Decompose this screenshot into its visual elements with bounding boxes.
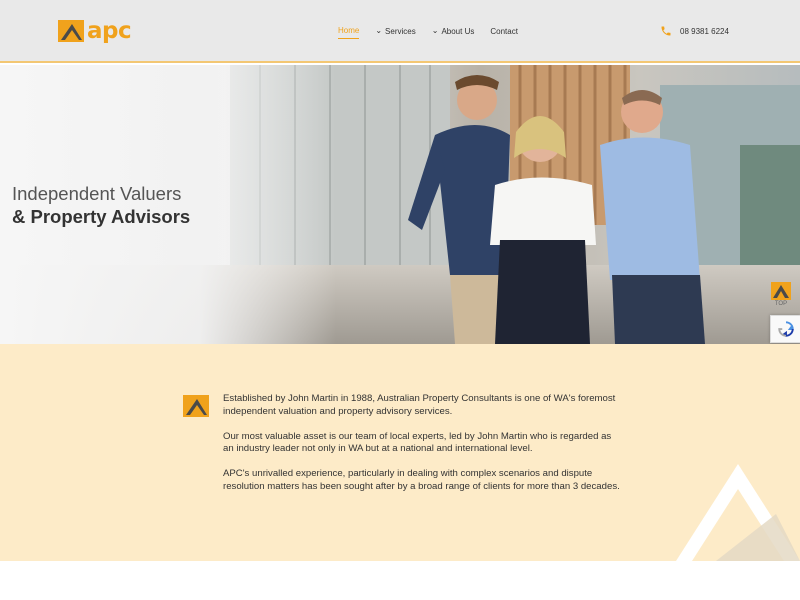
chevron-down-icon: ⌄ [431, 25, 439, 35]
team-photo [408, 75, 705, 344]
recaptcha-icon [777, 321, 794, 337]
about-paragraph-2: Our most valuable asset is our team of l… [223, 430, 612, 455]
back-to-top-button[interactable]: TOP [770, 282, 792, 310]
about-section: Established by John Martin in 1988, Aust… [0, 344, 800, 561]
about-paragraph-1: Established by John Martin in 1988, Aust… [223, 393, 616, 417]
about-paragraph-3: APC's unrivalled experience, particularl… [223, 468, 620, 492]
chevron-down-icon: ⌄ [375, 25, 383, 35]
recaptcha-badge[interactable] [770, 315, 800, 343]
triangle-up-icon [771, 282, 791, 300]
site-header: apc Home ⌄ Services ⌄ About Us Contact 0… [0, 0, 800, 63]
about-text: Established by John Martin in 1988, Aust… [223, 393, 623, 506]
nav-about-us-label: About Us [441, 26, 475, 36]
apc-logo[interactable]: apc [58, 17, 132, 44]
back-to-top-label: TOP [774, 301, 788, 307]
hero-banner: Independent Valuers & Property Advisors [0, 65, 800, 344]
apc-logo-icon [183, 395, 209, 417]
nav-services-label: Services [385, 26, 416, 36]
decorative-triangle [676, 464, 800, 561]
nav-home[interactable]: Home [338, 26, 360, 39]
main-nav: Home ⌄ Services ⌄ About Us Contact [338, 26, 534, 39]
phone-icon [659, 25, 673, 37]
hero-headline: Independent Valuers & Property Advisors [12, 182, 190, 228]
nav-contact-label: Contact [490, 26, 518, 36]
phone-link[interactable]: 08 9381 6224 [659, 25, 729, 37]
nav-about-us[interactable]: ⌄ About Us [431, 25, 475, 39]
logo-text: apc [87, 17, 132, 44]
hero-headline-line2: & Property Advisors [12, 206, 191, 227]
hero-headline-line1: Independent Valuers [12, 183, 182, 204]
nav-home-label: Home [338, 26, 360, 35]
nav-contact[interactable]: Contact [490, 27, 518, 39]
logo-triangle-icon [58, 20, 84, 42]
nav-services[interactable]: ⌄ Services [375, 25, 416, 39]
phone-number: 08 9381 6224 [680, 26, 729, 36]
